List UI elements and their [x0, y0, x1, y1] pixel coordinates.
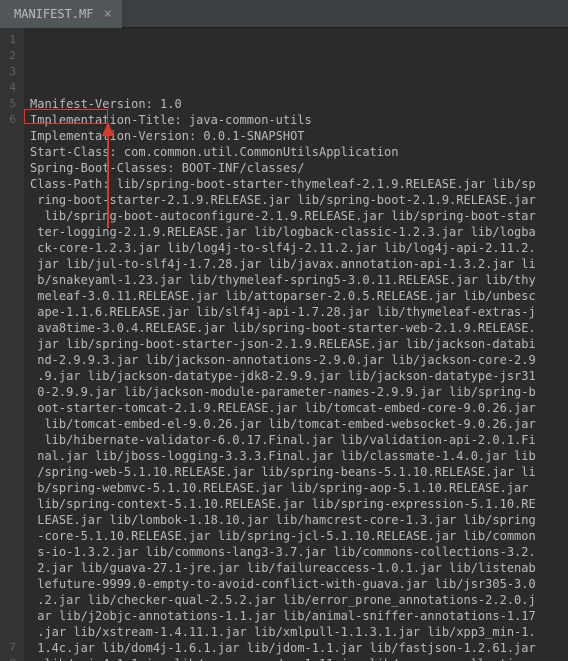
close-icon[interactable]: ×: [103, 7, 111, 21]
line-number: [4, 176, 16, 192]
file-tab[interactable]: MANIFEST.MF ×: [0, 0, 122, 28]
line-number: [4, 416, 16, 432]
code-line: Start-Class: com.common.util.CommonUtils…: [30, 144, 562, 160]
line-number: [4, 560, 16, 576]
line-number: [4, 208, 16, 224]
line-number: [4, 496, 16, 512]
code-line: oot-starter-tomcat-2.1.9.RELEASE.jar lib…: [30, 400, 562, 416]
line-number: 7: [4, 640, 16, 656]
code-line: b/spring-webmvc-5.1.10.RELEASE.jar lib/s…: [30, 480, 562, 496]
line-number: [4, 448, 16, 464]
line-number: 2: [4, 48, 16, 64]
code-area[interactable]: Manifest-Version: 1.0Implementation-Titl…: [24, 28, 568, 661]
code-line: .9.jar lib/jackson-datatype-jdk8-2.9.9.j…: [30, 368, 562, 384]
line-number: [4, 608, 16, 624]
code-line: ava8time-3.0.4.RELEASE.jar lib/spring-bo…: [30, 320, 562, 336]
line-number: [4, 304, 16, 320]
code-line: ape-1.1.6.RELEASE.jar lib/slf4j-api-1.7.…: [30, 304, 562, 320]
code-line: ring-boot-starter-2.1.9.RELEASE.jar lib/…: [30, 192, 562, 208]
line-number: [4, 512, 16, 528]
line-number: [4, 240, 16, 256]
code-line: lefuture-9999.0-empty-to-avoid-conflict-…: [30, 576, 562, 592]
code-line: nal.jar lib/jboss-logging-3.3.3.Final.ja…: [30, 448, 562, 464]
code-line: Manifest-Version: 1.0: [30, 96, 562, 112]
line-number: [4, 576, 16, 592]
line-number-gutter: 123456 78: [0, 28, 24, 661]
code-line: Implementation-Title: java-common-utils: [30, 112, 562, 128]
line-number: [4, 160, 16, 176]
code-line: lib/spring-context-5.1.10.RELEASE.jar li…: [30, 496, 562, 512]
code-line: Implementation-Version: 0.0.1-SNAPSHOT: [30, 128, 562, 144]
line-number: [4, 384, 16, 400]
line-number: [4, 288, 16, 304]
code-line: 2.jar lib/guava-27.1-jre.jar lib/failure…: [30, 560, 562, 576]
code-line: lib/spring-boot-autoconfigure-2.1.9.RELE…: [30, 208, 562, 224]
code-line: jar lib/jul-to-slf4j-1.7.28.jar lib/java…: [30, 256, 562, 272]
code-line: nd-2.9.9.3.jar lib/jackson-annotations-2…: [30, 352, 562, 368]
line-number: 3: [4, 64, 16, 80]
line-number: [4, 400, 16, 416]
line-number: [4, 224, 16, 240]
line-number: [4, 192, 16, 208]
code-line: s-io-1.3.2.jar lib/commons-lang3-3.7.jar…: [30, 544, 562, 560]
code-line: jar lib/spring-boot-starter-json-2.1.9.R…: [30, 336, 562, 352]
line-number: [4, 528, 16, 544]
line-number: [4, 336, 16, 352]
code-line: -core-5.1.10.RELEASE.jar lib/spring-jcl-…: [30, 528, 562, 544]
code-line: .2.jar lib/checker-qual-2.5.2.jar lib/er…: [30, 592, 562, 608]
editor: 123456 78 Manifest-Version: 1.0Implement…: [0, 28, 568, 661]
tab-filename: MANIFEST.MF: [14, 7, 93, 21]
code-line: lib/tomcat-embed-el-9.0.26.jar lib/tomca…: [30, 416, 562, 432]
line-number: 8: [4, 656, 16, 661]
line-number: [4, 432, 16, 448]
line-number: [4, 592, 16, 608]
code-line: LEASE.jar lib/lombok-1.18.10.jar lib/ham…: [30, 512, 562, 528]
code-line: /spring-web-5.1.10.RELEASE.jar lib/sprin…: [30, 464, 562, 480]
code-line: lib/poi-4.1.1.jar lib/commons-codec-1.11…: [30, 656, 562, 661]
line-number: [4, 320, 16, 336]
code-line: lib/hibernate-validator-6.0.17.Final.jar…: [30, 432, 562, 448]
code-line: ar lib/j2objc-annotations-1.1.jar lib/an…: [30, 608, 562, 624]
line-number: [4, 480, 16, 496]
tab-bar: MANIFEST.MF ×: [0, 0, 568, 28]
line-number: [4, 464, 16, 480]
line-number: [4, 368, 16, 384]
line-number: 5: [4, 96, 16, 112]
line-number: 6: [4, 112, 16, 128]
code-line: ck-core-1.2.3.jar lib/log4j-to-slf4j-2.1…: [30, 240, 562, 256]
line-number: [4, 144, 16, 160]
code-line: 1.4c.jar lib/dom4j-1.6.1.jar lib/jdom-1.…: [30, 640, 562, 656]
code-line: meleaf-3.0.11.RELEASE.jar lib/attoparser…: [30, 288, 562, 304]
code-line: b/snakeyaml-1.23.jar lib/thymeleaf-sprin…: [30, 272, 562, 288]
line-number: 4: [4, 80, 16, 96]
line-number: 1: [4, 32, 16, 48]
line-number: [4, 624, 16, 640]
code-line: 0-2.9.9.jar lib/jackson-module-parameter…: [30, 384, 562, 400]
code-line: Class-Path: lib/spring-boot-starter-thym…: [30, 176, 562, 192]
line-number: [4, 544, 16, 560]
line-number: [4, 352, 16, 368]
code-line: Spring-Boot-Classes: BOOT-INF/classes/: [30, 160, 562, 176]
code-line: .jar lib/xstream-1.4.11.1.jar lib/xmlpul…: [30, 624, 562, 640]
line-number: [4, 256, 16, 272]
line-number: [4, 272, 16, 288]
line-number: [4, 128, 16, 144]
code-line: ter-logging-2.1.9.RELEASE.jar lib/logbac…: [30, 224, 562, 240]
